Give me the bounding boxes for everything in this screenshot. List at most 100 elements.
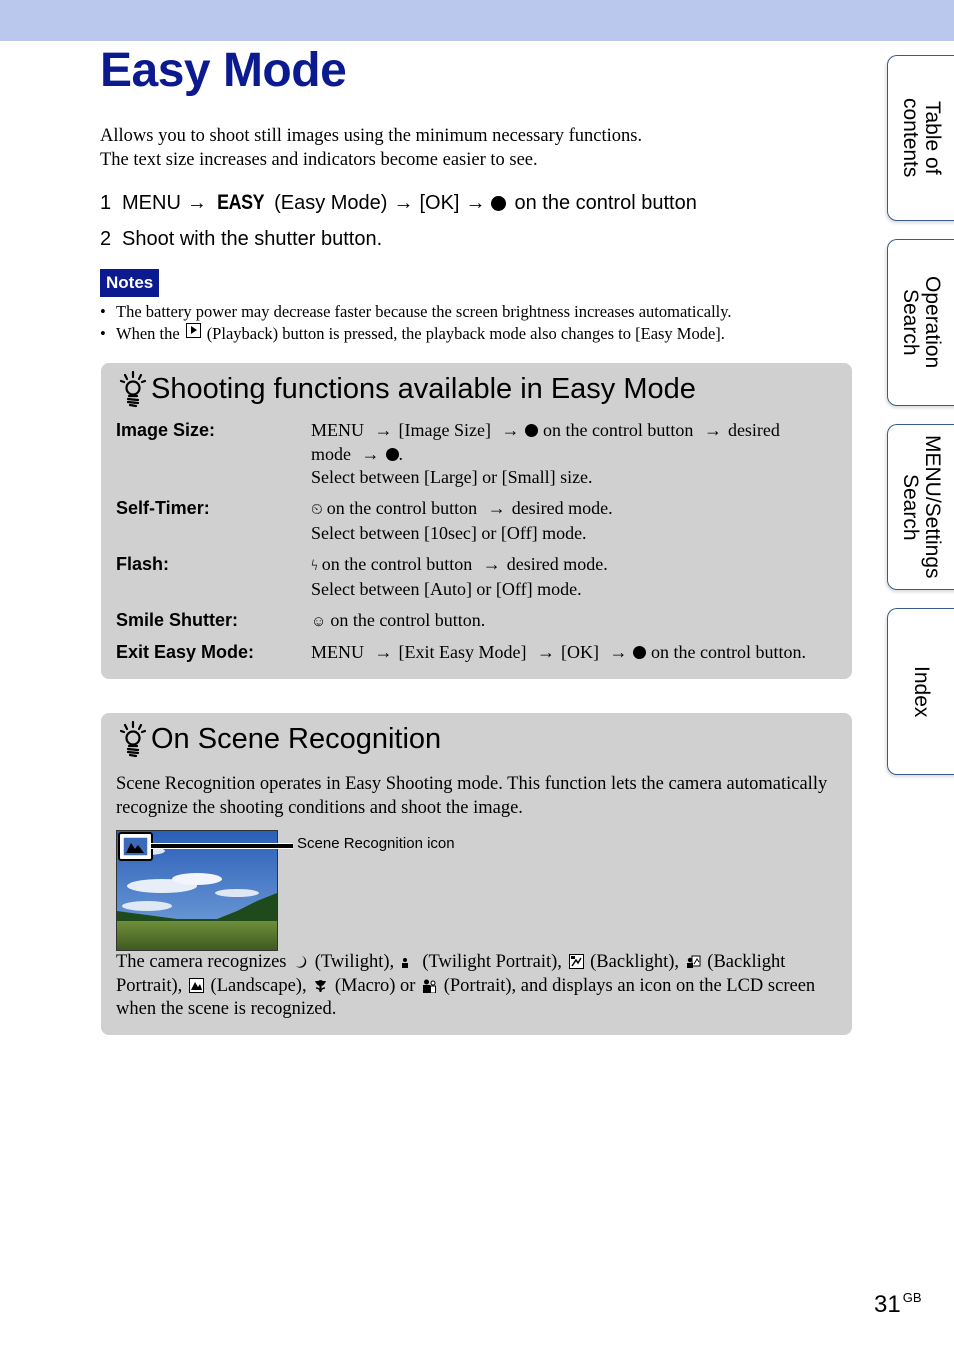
- note-text: When the: [116, 324, 180, 343]
- arrow-icon: →: [487, 497, 506, 518]
- bullet: •: [100, 302, 106, 321]
- function-description: MENU → [Exit Easy Mode] → [OK] → on the co…: [311, 641, 846, 665]
- function-row-flash: Flash: ϟ on the control button → desired m…: [116, 553, 846, 602]
- twilight-icon: [296, 956, 307, 968]
- note-text: (Playback) button is pressed, the playba…: [206, 324, 725, 343]
- text: on the control button.: [330, 609, 486, 630]
- control-button-center-icon: [525, 424, 539, 437]
- menu-text: MENU: [311, 420, 364, 440]
- portrait-icon: [423, 979, 437, 993]
- shooting-functions-panel: Shooting functions available in Easy Mod…: [101, 363, 852, 679]
- page-title: Easy Mode: [100, 44, 347, 97]
- tab-label: Index: [910, 665, 933, 718]
- twilight-portrait-icon: [401, 957, 415, 968]
- arrow-icon: →: [374, 642, 393, 662]
- text: Select between [Auto] or [Off] mode.: [311, 579, 582, 599]
- hint-lightbulb-icon: [119, 370, 147, 408]
- smile-icon: ☺: [311, 613, 327, 630]
- text: on the control button: [326, 497, 478, 518]
- menu-text: MENU: [122, 191, 181, 214]
- step-number: 1: [100, 191, 112, 214]
- function-description: MENU → [Image Size] → on the control butt…: [311, 419, 846, 490]
- function-label: Smile Shutter:: [116, 609, 239, 630]
- page-number-value: 31: [874, 1291, 901, 1318]
- control-button-center-icon: [385, 447, 399, 461]
- arrow-icon: →: [482, 553, 501, 574]
- scene-recognition-panel: On Scene Recognition Scene Recognition o…: [101, 713, 852, 1035]
- function-label: Exit Easy Mode:: [116, 642, 255, 662]
- text: (Backlight),: [590, 952, 680, 972]
- function-rows: Image Size: MENU → [Image Size] → on the …: [116, 419, 846, 672]
- tab-menu-settings-search[interactable]: MENU/Settings Search: [887, 424, 954, 590]
- landscape-icon: [188, 977, 204, 993]
- step-text: on the control button: [514, 191, 697, 214]
- function-description: ☺ on the control button.: [311, 609, 846, 635]
- text: desired mode.: [511, 497, 613, 518]
- step-1: 1 MENU → EASY (Easy Mode) → [OK] → on th…: [100, 188, 697, 218]
- function-description: ϟ on the control button → desired mode. Se…: [311, 553, 846, 602]
- text: Select between [Large] or [Small] size.: [311, 467, 593, 487]
- arrow-icon: →: [393, 191, 414, 214]
- text: (Twilight Portrait),: [422, 952, 562, 972]
- function-row-self-timer: Self-Timer: ⏲ on the control button → desi…: [116, 497, 846, 546]
- arrow-icon: →: [374, 420, 393, 440]
- intro-text: Allows you to shoot still images using t…: [100, 124, 642, 172]
- tab-operation-search[interactable]: Operation Search: [887, 239, 954, 406]
- option-text: [Image Size]: [398, 420, 491, 440]
- tab-index[interactable]: Index: [887, 608, 954, 775]
- scene-recognition-description: Scene Recognition operates in Easy Shoot…: [116, 774, 828, 818]
- header-bar: [0, 0, 954, 41]
- tab-label: Table of contents: [899, 98, 944, 178]
- menu-text: MENU: [311, 642, 364, 662]
- ok-text: [OK]: [419, 191, 460, 214]
- step-text: Shoot with the shutter button.: [122, 227, 383, 250]
- flash-icon: ϟ: [311, 557, 318, 574]
- text: mode: [311, 443, 351, 464]
- text: desired mode.: [506, 553, 608, 574]
- backlight-icon: [568, 954, 584, 969]
- note-item: • When the (Playback) button is pressed,…: [100, 323, 732, 345]
- arrow-icon: →: [186, 191, 207, 214]
- control-button-center-icon: [491, 195, 507, 211]
- arrow-icon: →: [536, 642, 555, 662]
- hint-lightbulb-icon: [119, 720, 147, 758]
- text: Select between [10sec] or [Off] mode.: [311, 523, 587, 543]
- tab-label: MENU/Settings Search: [899, 435, 944, 579]
- text: (Macro) or: [334, 975, 416, 996]
- text: (Twilight),: [314, 952, 395, 972]
- function-label: Self-Timer:: [116, 497, 210, 518]
- note-item: • The battery power may decrease faster …: [100, 301, 732, 323]
- scene-recognition-icon-label: Scene Recognition icon: [297, 835, 455, 852]
- backlight-portrait-icon: [686, 955, 701, 968]
- function-label: Image Size:: [116, 420, 216, 440]
- arrow-icon: →: [465, 191, 486, 214]
- playback-icon: [185, 323, 201, 338]
- function-row-smile-shutter: Smile Shutter: ☺ on the control button.: [116, 609, 846, 635]
- text: on the control button: [542, 420, 694, 440]
- easy-mode-icon: EASY: [217, 191, 264, 214]
- step-2: 2 Shoot with the shutter button.: [100, 224, 697, 254]
- easy-mode-label: (Easy Mode): [274, 191, 388, 214]
- panel-title: Shooting functions available in Easy Mod…: [117, 369, 696, 409]
- self-timer-icon: ⏲: [311, 501, 323, 518]
- intro-line: The text size increases and indicators b…: [100, 150, 538, 170]
- function-row-exit-easy-mode: Exit Easy Mode: MENU → [Exit Easy Mode] →…: [116, 641, 846, 665]
- text: (Landscape),: [210, 975, 307, 996]
- option-text: [Exit Easy Mode]: [398, 642, 527, 662]
- notes-label: Notes: [100, 269, 160, 297]
- tab-table-of-contents[interactable]: Table of contents: [887, 55, 954, 221]
- text: on the control button: [321, 553, 473, 574]
- arrow-icon: →: [609, 642, 628, 662]
- panel-title-text: Shooting functions available in Easy Mod…: [151, 373, 696, 405]
- page-number-suffix: GB: [902, 1290, 922, 1305]
- text: on the control button.: [650, 642, 806, 662]
- note-text: The battery power may decrease faster be…: [116, 302, 732, 321]
- page-number: 31 GB: [874, 1290, 922, 1319]
- arrow-icon: →: [703, 420, 722, 440]
- arrow-icon: →: [361, 443, 380, 464]
- arrow-icon: →: [501, 420, 520, 440]
- panel-title: On Scene Recognition: [117, 719, 441, 759]
- ok-text: [OK]: [560, 642, 599, 662]
- notes-list: • The battery power may decrease faster …: [100, 301, 732, 345]
- function-row-image-size: Image Size: MENU → [Image Size] → on the …: [116, 419, 846, 490]
